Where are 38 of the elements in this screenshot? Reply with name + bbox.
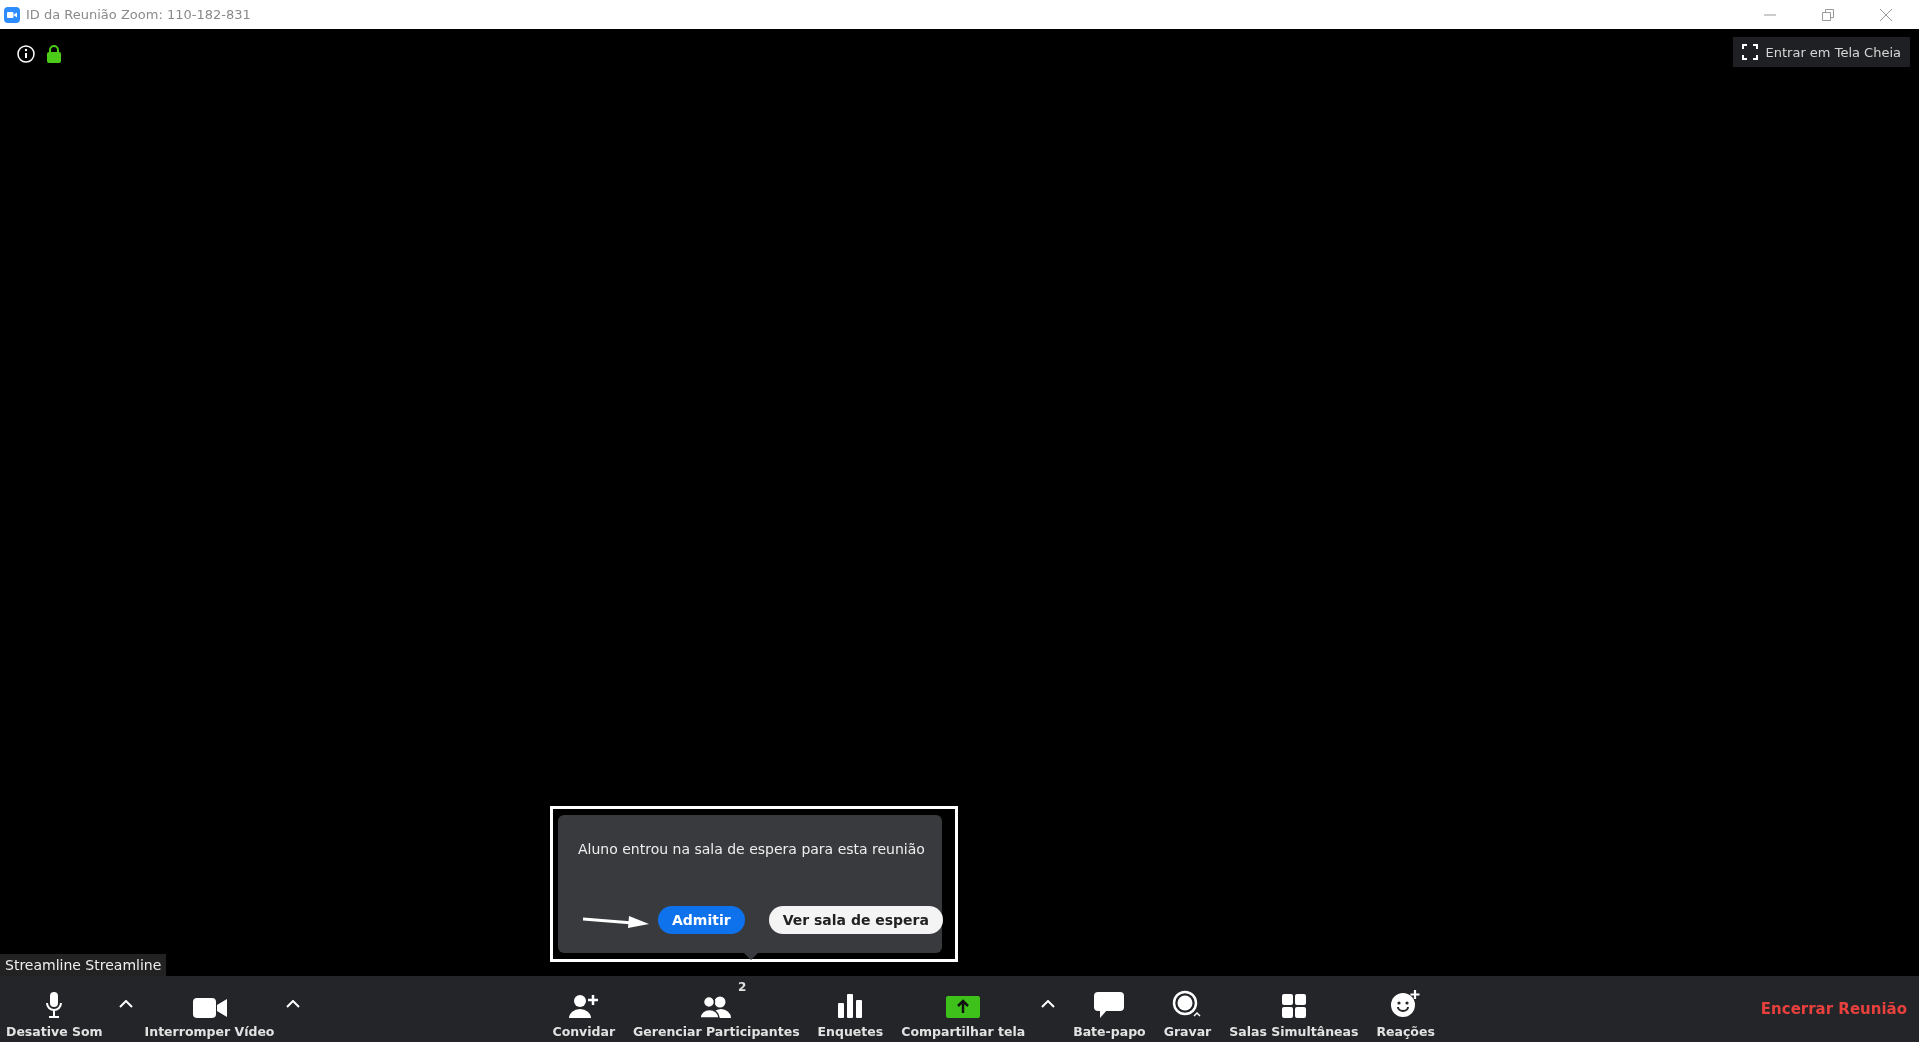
- app-logo-icon: [4, 6, 20, 23]
- speech-bubble-icon: [1094, 992, 1125, 1018]
- breakout-rooms-button[interactable]: Salas Simultâneas: [1223, 976, 1365, 1042]
- participant-count: 2: [738, 980, 747, 994]
- reactions-button[interactable]: Reações: [1370, 976, 1441, 1042]
- view-waiting-room-button[interactable]: Ver sala de espera: [768, 906, 943, 934]
- caret-up-icon: [286, 1000, 301, 1008]
- caret-up-icon: [118, 1000, 133, 1008]
- record-icon: [1172, 990, 1203, 1018]
- people-icon: [700, 996, 733, 1018]
- chat-button[interactable]: Bate-papo: [1067, 976, 1152, 1042]
- caret-up-icon: [1041, 1000, 1056, 1008]
- share-screen-button[interactable]: Compartilhar tela: [895, 976, 1032, 1042]
- restore-icon[interactable]: [1822, 8, 1834, 21]
- invite-button[interactable]: Convidar: [546, 976, 622, 1042]
- polls-button[interactable]: Enquetes: [811, 976, 890, 1042]
- admit-button[interactable]: Admitir: [658, 906, 745, 934]
- fullscreen-icon: [1741, 44, 1758, 60]
- record-button[interactable]: Gravar: [1157, 976, 1218, 1042]
- close-icon[interactable]: [1880, 8, 1892, 21]
- smiley-plus-icon: [1390, 990, 1421, 1018]
- participant-name-label: Streamline Streamline: [0, 954, 167, 976]
- share-screen-icon: [946, 996, 981, 1018]
- mute-button[interactable]: Desative Som: [0, 976, 109, 1042]
- end-meeting-button[interactable]: Encerrar Reunião: [1750, 976, 1919, 1042]
- padlock-icon[interactable]: [47, 45, 61, 63]
- participants-button[interactable]: 2 Gerenciar Participantes: [627, 976, 806, 1042]
- fullscreen-button[interactable]: Entrar em Tela Cheia: [1732, 37, 1910, 67]
- video-camera-icon: [192, 998, 227, 1018]
- grid-icon: [1281, 994, 1306, 1018]
- notification-message: Aluno entrou na sala de espera para esta reunião: [578, 841, 925, 857]
- stop-video-button[interactable]: Interromper Vídeo: [138, 976, 281, 1042]
- person-plus-icon: [568, 994, 599, 1018]
- window-title: ID da Reunião Zoom: 110-182-831: [26, 7, 251, 22]
- pointer-arrow: [583, 915, 649, 929]
- info-icon[interactable]: [17, 45, 35, 63]
- bar-chart-icon: [838, 994, 863, 1018]
- microphone-icon: [46, 992, 63, 1018]
